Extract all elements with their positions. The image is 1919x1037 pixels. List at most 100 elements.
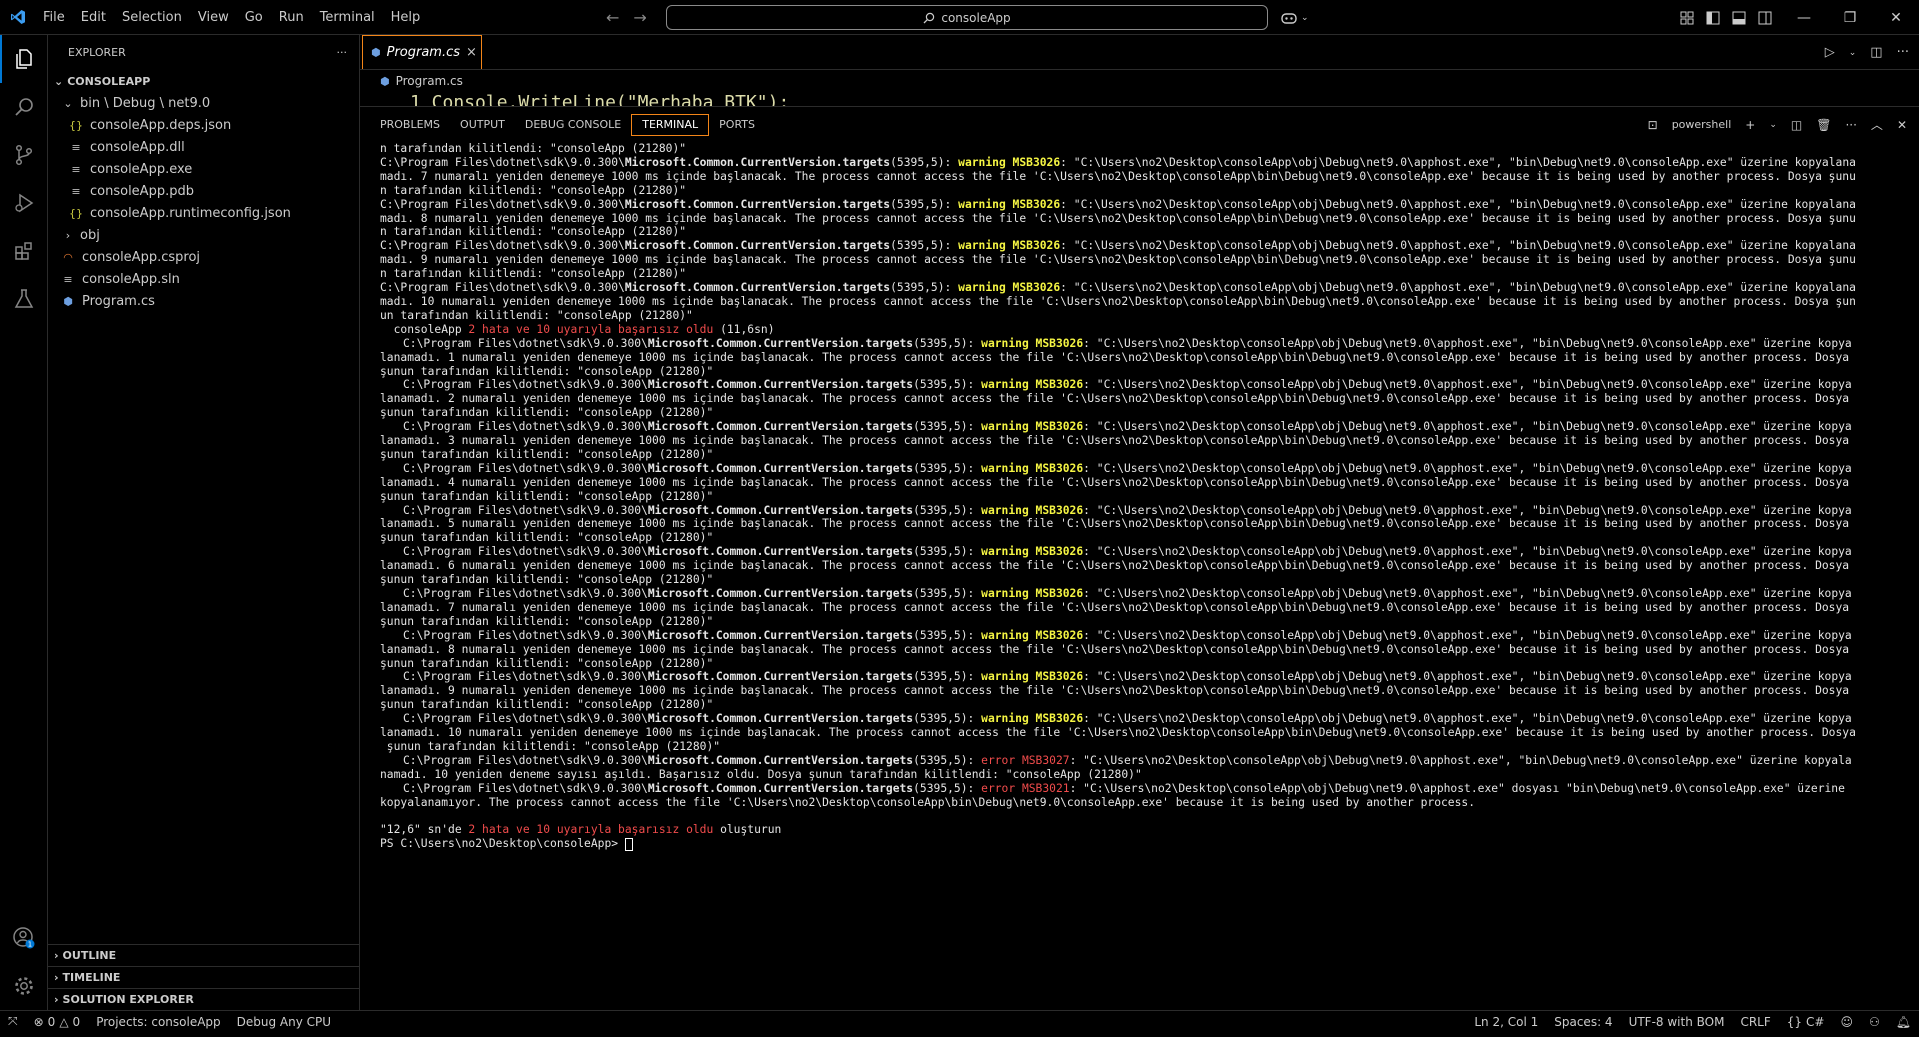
timeline-section[interactable]: › TIMELINE — [48, 966, 359, 988]
terminal-output[interactable]: n tarafından kilitlendi: "consoleApp (21… — [380, 142, 1909, 1010]
source-control-activity[interactable] — [0, 131, 48, 179]
split-editor-icon[interactable]: ◫ — [1870, 45, 1882, 60]
chevron-down-icon[interactable]: ⌄ — [1849, 48, 1857, 58]
close-window-icon[interactable]: ✕ — [1873, 0, 1919, 35]
projects-indicator[interactable]: Projects: consoleApp — [88, 1015, 228, 1029]
restore-icon[interactable]: ❐ — [1827, 0, 1873, 35]
tab-ports[interactable]: PORTS — [709, 107, 765, 142]
tree-item[interactable]: ≡ consoleApp.dll — [48, 136, 359, 158]
new-terminal-icon[interactable]: + — [1745, 118, 1755, 132]
indentation[interactable]: Spaces: 4 — [1546, 1015, 1620, 1029]
accounts-activity[interactable]: 1 — [0, 914, 48, 962]
cursor-position[interactable]: Ln 2, Col 1 — [1466, 1015, 1546, 1029]
menu-run[interactable]: Run — [271, 0, 312, 35]
terminal-text: : "C:\Users\no2\Desktop\consoleApp\obj\D… — [1083, 628, 1852, 642]
toggle-secondary-sidebar-icon[interactable] — [1758, 11, 1772, 25]
manage-activity[interactable] — [0, 962, 48, 1010]
menu-view[interactable]: View — [190, 0, 237, 35]
solution-explorer-section[interactable]: › SOLUTION EXPLORER — [48, 988, 359, 1010]
language-label: C# — [1806, 1014, 1825, 1029]
build-config-indicator[interactable]: Debug Any CPU — [229, 1015, 339, 1029]
feedback-status[interactable]: ⚇ — [1861, 1015, 1888, 1029]
tree-item[interactable]: {} consoleApp.deps.json — [48, 114, 359, 136]
encoding[interactable]: UTF-8 with BOM — [1621, 1015, 1733, 1029]
remote-indicator[interactable]: ⤧ — [0, 1014, 26, 1029]
tree-item[interactable]: ⌄ bin \ Debug \ net9.0 — [48, 92, 359, 114]
tab-debug-console[interactable]: DEBUG CONSOLE — [515, 107, 631, 142]
toggle-primary-sidebar-icon[interactable] — [1706, 11, 1720, 25]
code-line[interactable]: 1 Console.WriteLine("Merhaba BTK"); — [360, 92, 1919, 106]
tab-problems[interactable]: PROBLEMS — [370, 107, 450, 142]
terminal-text: şunun tarafından kilitlendi: "consoleApp… — [380, 739, 721, 753]
notifications-status[interactable]: 🔔︎ — [1888, 1015, 1919, 1029]
copilot-status[interactable]: ☺ — [1832, 1015, 1861, 1029]
outline-section[interactable]: › OUTLINE — [48, 944, 359, 966]
tree-item[interactable]: ⬢ Program.cs — [48, 290, 359, 312]
search-activity[interactable] — [0, 83, 48, 131]
terminal-text: : "C:\Users\no2\Desktop\consoleApp\obj\D… — [1060, 197, 1856, 211]
menu-file[interactable]: File — [35, 0, 73, 35]
tree-item[interactable]: ≡ consoleApp.exe — [48, 158, 359, 180]
tab-program-cs[interactable]: ⬢ Program.cs × — [362, 35, 482, 69]
workspace-root[interactable]: ⌄ CONSOLEAPP — [48, 70, 359, 92]
tree-item[interactable]: ≡ consoleApp.sln — [48, 268, 359, 290]
file-lines-icon: ≡ — [71, 184, 81, 198]
explorer-activity[interactable] — [0, 35, 48, 83]
close-icon[interactable]: × — [466, 45, 477, 60]
language-mode[interactable]: {} C# — [1779, 1015, 1833, 1029]
terminal-text: lanamadı. 9 numaralı yeniden denemeye 10… — [380, 684, 1850, 698]
testing-activity[interactable] — [0, 275, 48, 323]
tree-item[interactable]: ◠ consoleApp.csproj — [48, 246, 359, 268]
activity-bar: 1 — [0, 35, 48, 1010]
build-failed-text: 2 hata ve 10 uyarıyla başarısız oldu — [468, 322, 714, 336]
tree-item[interactable]: {} consoleApp.runtimeconfig.json — [48, 202, 359, 224]
split-terminal-icon[interactable]: ◫ — [1791, 118, 1802, 132]
warning-code: warning MSB3026 — [981, 545, 1084, 559]
terminal-text: Microsoft.Common.CurrentVersion.targets — [647, 461, 914, 475]
build-failed-text: 2 hata ve 10 uyarıyla başarısız oldu — [468, 823, 714, 837]
extensions-activity[interactable] — [0, 227, 48, 275]
terminal-text: lanamadı. 10 numaralı yeniden denemeye 1… — [380, 726, 1856, 740]
tab-output[interactable]: OUTPUT — [450, 107, 515, 142]
tree-item-label: consoleApp.deps.json — [90, 117, 232, 133]
toggle-panel-icon[interactable] — [1732, 11, 1746, 25]
line-ending[interactable]: CRLF — [1732, 1015, 1778, 1029]
customize-layout-icon[interactable] — [1680, 11, 1694, 25]
tree-item[interactable]: ≡ consoleApp.pdb — [48, 180, 359, 202]
close-panel-icon[interactable]: ✕ — [1897, 118, 1907, 132]
tree-item-label: consoleApp.dll — [90, 139, 185, 155]
trash-icon[interactable]: 🗑 — [1816, 118, 1831, 132]
terminal-line: n tarafından kilitlendi: "consoleApp (21… — [380, 142, 1909, 156]
menu-help[interactable]: Help — [383, 0, 429, 35]
menu-edit[interactable]: Edit — [73, 0, 114, 35]
chevron-down-icon[interactable]: ⌄ — [1769, 120, 1777, 130]
more-actions-icon[interactable]: ··· — [337, 46, 348, 59]
more-actions-icon[interactable]: ··· — [1897, 45, 1909, 60]
back-arrow-icon[interactable]: ← — [606, 8, 619, 27]
shell-label[interactable]: powershell — [1672, 118, 1732, 131]
run-icon[interactable]: ▷ — [1825, 45, 1835, 60]
terminal-text: (11,6sn) — [713, 322, 775, 336]
terminal-text: (5395,5): — [913, 670, 982, 684]
terminal-text: : "C:\Users\no2\Desktop\consoleApp\obj\D… — [1083, 587, 1852, 600]
menu-selection[interactable]: Selection — [114, 0, 190, 35]
menu-go[interactable]: Go — [237, 0, 271, 35]
more-actions-icon[interactable]: ··· — [1845, 118, 1856, 132]
command-center-search[interactable]: consoleApp — [666, 5, 1268, 30]
forward-arrow-icon[interactable]: → — [633, 8, 646, 27]
tree-item[interactable]: › obj — [48, 224, 359, 246]
tab-terminal[interactable]: TERMINAL — [631, 113, 710, 136]
terminal-text: Microsoft.Common.CurrentVersion.targets — [647, 781, 914, 795]
minimize-icon[interactable]: — — [1781, 0, 1827, 35]
copilot-button[interactable]: ⌄ — [1280, 0, 1309, 35]
chevron-down-icon: ⌄ — [54, 74, 64, 88]
menu-terminal[interactable]: Terminal — [312, 0, 383, 35]
maximize-panel-icon[interactable]: ︿ — [1871, 116, 1883, 133]
run-debug-activity[interactable] — [0, 179, 48, 227]
problems-indicator[interactable]: ⊗ 0 △ 0 — [26, 1015, 89, 1029]
terminal-text: consoleApp — [380, 322, 469, 336]
explorer-title: EXPLORER — [68, 46, 126, 59]
rss-icon: ◠ — [63, 250, 73, 264]
terminal-line: C:\Program Files\dotnet\sdk\9.0.300\Micr… — [380, 239, 1909, 253]
breadcrumb-file[interactable]: Program.cs — [396, 74, 463, 88]
